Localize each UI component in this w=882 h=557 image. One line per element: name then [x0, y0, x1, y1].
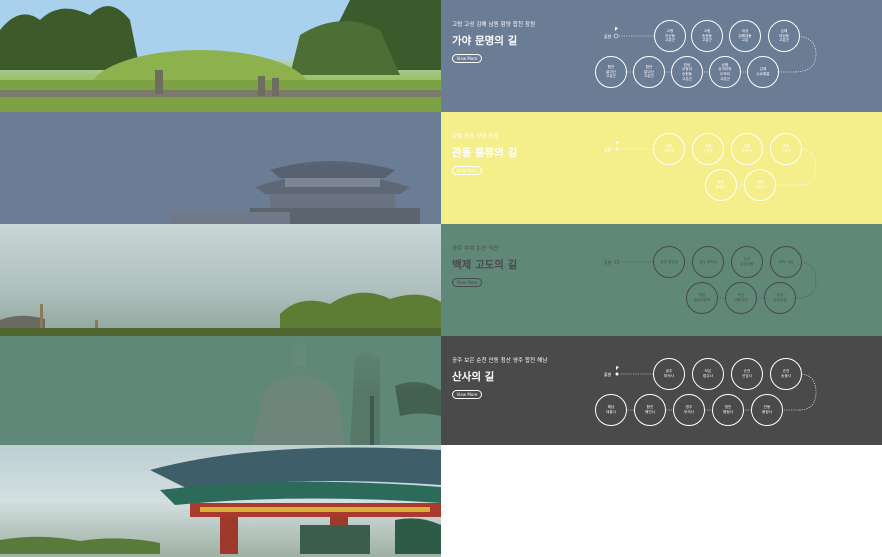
route-node[interactable]: 공주 공산성 — [653, 246, 685, 278]
route-row-baekje: 공주 부여 논산 익산 백제 고도의 길 View More 출발 공주 공산성… — [0, 224, 882, 336]
route-panel-gaya: 고령 고성 김해 남원 함양 합천 창원 가야 문명의 길 View More … — [441, 0, 882, 112]
route-node[interactable]: 함안 말이산 고분군 — [595, 56, 627, 88]
route-node[interactable]: 공주 미치씨 — [692, 246, 724, 278]
start-label: 출발 — [604, 34, 612, 39]
route-node[interactable]: 보은 법주사 — [692, 358, 724, 390]
route-node[interactable]: 평창 월정사 — [705, 169, 737, 201]
route-node[interactable]: 익산 미륵사지 — [725, 282, 757, 314]
route-node[interactable]: 해남 대흥사 — [595, 394, 627, 426]
route-node[interactable]: 공주 마곡사 — [653, 358, 685, 390]
route-node[interactable]: 창녕 교동과 송현동 고분군 — [671, 56, 703, 88]
route-node[interactable]: 속초 신흥사 — [770, 133, 802, 165]
route-node[interactable]: 합천 해인사 — [634, 394, 666, 426]
route-node[interactable]: 강릉 오죽헌 — [731, 133, 763, 165]
route-node[interactable]: 대성 김해대동 고분 — [729, 20, 761, 52]
route-node[interactable]: 양양 낙산사 — [744, 169, 776, 201]
route-node[interactable]: 함안 말이산 고분군 — [633, 56, 665, 88]
route-node[interactable]: 고령 송현동 고분군 — [691, 20, 723, 52]
route-node[interactable]: 안동 봉정사 — [751, 394, 783, 426]
route-node[interactable]: 경주 옥산서원 — [653, 467, 685, 499]
route-node[interactable]: 장성 필암서원 — [595, 503, 627, 535]
route-photo-royal-tomb — [0, 0, 441, 112]
route-path — [614, 259, 817, 299]
route-path — [611, 366, 817, 411]
route-panel-sansa: 공주 보은 순천 안동 청산 영주 합천 해남 산사의 길 View More … — [441, 336, 882, 445]
route-node[interactable]: 영천 봉정사 — [712, 394, 744, 426]
route-node[interactable]: 순천 송광사 — [770, 358, 802, 390]
route-node[interactable]: 논산 돈암서원 — [731, 246, 763, 278]
route-node[interactable]: 남원 유곡리와 두락리 고분군 — [709, 56, 741, 88]
route-row-gwandong: 강릉 속초 양양 평창 관동 풍류의 길 View More 출발 강릉 경포대… — [0, 112, 882, 224]
route-node[interactable]: 김해 수로왕릉 — [747, 56, 779, 88]
route-path — [615, 141, 817, 186]
route-node[interactable]: 함양 남계서원 — [673, 503, 705, 535]
route-node[interactable]: 안동 도산서원 — [770, 467, 802, 499]
route-node[interactable]: 정읍 무성서원 — [634, 503, 666, 535]
route-row-sansa: 공주 보은 순천 안동 청산 영주 합천 해남 산사의 길 View More … — [0, 336, 882, 445]
route-panel-baekje: 공주 부여 논산 익산 백제 고도의 길 View More 출발 공주 공산성… — [441, 224, 882, 336]
start-label: 출발 — [604, 147, 612, 152]
route-node[interactable]: 부여 나성 — [770, 246, 802, 278]
route-row-gaya: 고령 고성 김해 남원 함양 합천 창원 가야 문명의 길 View More … — [0, 0, 882, 112]
route-node[interactable]: 강릉 경포대 — [653, 133, 685, 165]
route-node[interactable]: 김해 대성동 고분군 — [768, 20, 800, 52]
start-label: 출발 — [604, 260, 612, 265]
route-node[interactable]: 영주 소수서원 — [712, 503, 744, 535]
route-photo-pavilion — [0, 112, 441, 224]
route-photo-fortress — [0, 224, 441, 336]
route-photo-seowon-eaves — [0, 445, 441, 557]
route-node[interactable]: 강릉 선교장 — [692, 133, 724, 165]
route-node[interactable]: 안동 병산서원 — [751, 503, 783, 535]
route-panel-seowon: 경주 논산 달성 안동 영주 정읍 함양 창양 서원의 길 View More … — [441, 445, 882, 557]
start-label: 출발 — [604, 372, 612, 377]
route-node[interactable]: 달성 도동서원 — [731, 467, 763, 499]
route-node[interactable]: 영주 부석사 — [673, 394, 705, 426]
route-row-seowon: 경주 논산 달성 안동 영주 정읍 함양 창양 서원의 길 View More … — [0, 445, 882, 557]
route-node[interactable]: 순천 선암사 — [731, 358, 763, 390]
route-panel-gwandong: 강릉 속초 양양 평창 관동 풍류의 길 View More 출발 강릉 경포대… — [441, 112, 882, 224]
route-photo-temple-bell — [0, 336, 441, 445]
route-node[interactable]: 고령 지산동 고분군 — [654, 20, 686, 52]
start-label: 출발 — [604, 481, 612, 486]
route-path — [611, 475, 817, 520]
route-path — [596, 27, 817, 73]
route-node[interactable]: 부여 부소산성 — [764, 282, 796, 314]
route-node[interactable]: 익산 왕궁리유적 — [686, 282, 718, 314]
route-node[interactable]: 논산 돈암서원 — [692, 467, 724, 499]
